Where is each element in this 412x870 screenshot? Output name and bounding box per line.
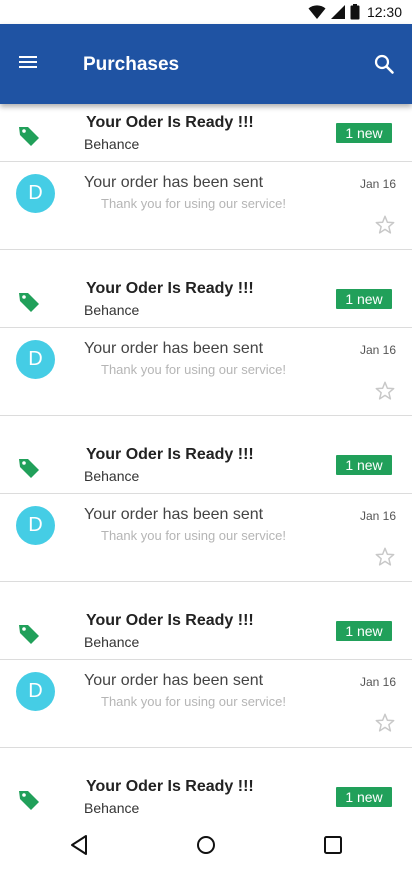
tag-icon bbox=[19, 459, 39, 478]
star-icon[interactable] bbox=[374, 380, 396, 402]
group-header[interactable]: Your Oder Is Ready !!! Behance 1 new bbox=[0, 436, 412, 493]
new-badge: 1 new bbox=[336, 123, 392, 143]
tag-icon bbox=[19, 127, 39, 146]
group-title: Your Oder Is Ready !!! bbox=[86, 778, 254, 795]
divider bbox=[0, 747, 412, 748]
avatar: D bbox=[16, 672, 55, 711]
group-title: Your Oder Is Ready !!! bbox=[86, 446, 254, 463]
message-date: Jan 16 bbox=[359, 177, 396, 191]
page-title: Purchases bbox=[83, 54, 180, 75]
app-bar: Purchases bbox=[0, 24, 412, 104]
divider bbox=[0, 249, 412, 250]
search-icon bbox=[374, 54, 394, 74]
message-date: Jan 16 bbox=[359, 343, 396, 357]
group-title: Your Oder Is Ready !!! bbox=[86, 612, 254, 629]
status-icons: 12:30 bbox=[308, 3, 402, 21]
message-preview: Thank you for using our service! bbox=[101, 528, 286, 543]
group-header[interactable]: Your Oder Is Ready !!! Behance 1 new bbox=[0, 602, 412, 659]
divider bbox=[0, 581, 412, 582]
new-badge: 1 new bbox=[336, 289, 392, 309]
group-sender: Behance bbox=[84, 136, 140, 152]
avatar: D bbox=[16, 340, 55, 379]
message-preview: Thank you for using our service! bbox=[101, 362, 286, 377]
tag-icon bbox=[19, 791, 39, 810]
menu-button[interactable] bbox=[12, 50, 44, 74]
group-sender: Behance bbox=[84, 468, 140, 484]
search-button[interactable] bbox=[370, 50, 398, 78]
message-subject: Your order has been sent bbox=[84, 506, 264, 523]
navigation-bar bbox=[0, 820, 412, 870]
message-row[interactable]: D Your order has been sent Thank you for… bbox=[0, 328, 412, 416]
group-header[interactable]: Your Oder Is Ready !!! Behance 1 new bbox=[0, 270, 412, 327]
status-time: 12:30 bbox=[366, 4, 402, 20]
wifi-icon bbox=[308, 5, 326, 19]
home-icon[interactable] bbox=[195, 834, 217, 856]
menu-icon bbox=[19, 56, 37, 68]
message-date: Jan 16 bbox=[359, 675, 396, 689]
avatar: D bbox=[16, 506, 55, 545]
battery-icon bbox=[350, 4, 360, 20]
signal-icon bbox=[330, 5, 345, 19]
group-title: Your Oder Is Ready !!! bbox=[86, 114, 254, 131]
group-header[interactable]: Your Oder Is Ready !!! Behance 1 new bbox=[0, 768, 412, 825]
message-row[interactable]: D Your order has been sent Thank you for… bbox=[0, 660, 412, 748]
new-badge: 1 new bbox=[336, 787, 392, 807]
new-badge: 1 new bbox=[336, 621, 392, 641]
screen: 12:30 Purchases Your Oder Is Ready !!! B… bbox=[0, 0, 412, 870]
message-row[interactable]: D Your order has been sent Thank you for… bbox=[0, 494, 412, 582]
status-bar: 12:30 bbox=[0, 0, 412, 24]
star-icon[interactable] bbox=[374, 546, 396, 568]
back-icon[interactable] bbox=[69, 834, 91, 856]
group-sender: Behance bbox=[84, 634, 140, 650]
message-preview: Thank you for using our service! bbox=[101, 694, 286, 709]
group-header[interactable]: Your Oder Is Ready !!! Behance 1 new bbox=[0, 104, 412, 161]
message-preview: Thank you for using our service! bbox=[101, 196, 286, 211]
group-sender: Behance bbox=[84, 302, 140, 318]
recents-icon[interactable] bbox=[322, 834, 344, 856]
message-subject: Your order has been sent bbox=[84, 174, 264, 191]
star-icon[interactable] bbox=[374, 712, 396, 734]
group-title: Your Oder Is Ready !!! bbox=[86, 280, 254, 297]
message-subject: Your order has been sent bbox=[84, 672, 264, 689]
message-date: Jan 16 bbox=[359, 509, 396, 523]
message-row[interactable]: D Your order has been sent Thank you for… bbox=[0, 162, 412, 250]
group-sender: Behance bbox=[84, 800, 140, 816]
tag-icon bbox=[19, 625, 39, 644]
star-icon[interactable] bbox=[374, 214, 396, 236]
divider bbox=[0, 415, 412, 416]
avatar: D bbox=[16, 174, 55, 213]
tag-icon bbox=[19, 293, 39, 312]
new-badge: 1 new bbox=[336, 455, 392, 475]
message-subject: Your order has been sent bbox=[84, 340, 264, 357]
